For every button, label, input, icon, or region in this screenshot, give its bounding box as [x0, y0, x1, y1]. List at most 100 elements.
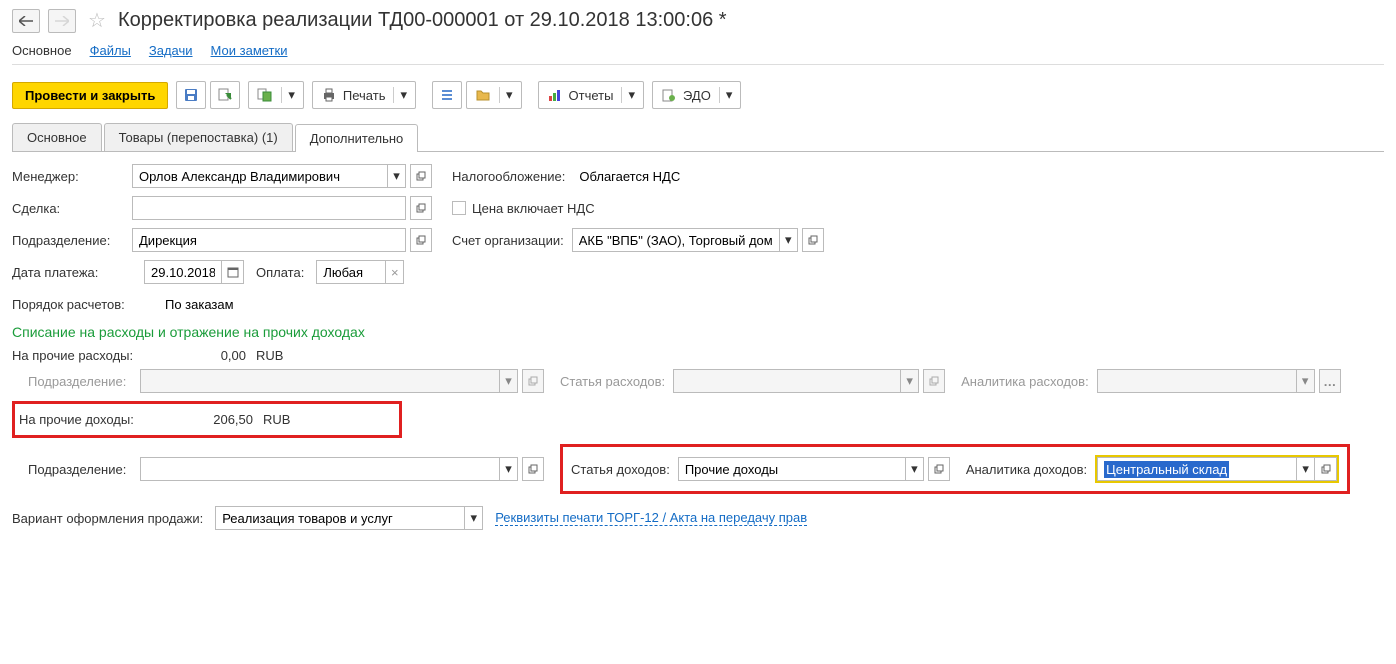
toolbar: Провести и закрыть ▾ Печать ▾ ▾ Отчеты ▾…	[12, 81, 1384, 109]
list-button[interactable]	[432, 81, 462, 109]
income-analytics-expand[interactable]	[1315, 457, 1337, 481]
nav-notes[interactable]: Мои заметки	[211, 43, 288, 58]
create-based-on-button[interactable]: ▾	[248, 81, 304, 109]
favorite-star-icon[interactable]: ☆	[88, 8, 106, 33]
printer-icon	[321, 87, 337, 103]
doc-related-icon	[257, 87, 273, 103]
income-currency: RUB	[263, 412, 290, 427]
expand-icon	[808, 235, 818, 245]
post-icon	[217, 87, 233, 103]
manager-input[interactable]	[132, 164, 388, 188]
manager-expand[interactable]	[410, 164, 432, 188]
chevron-down-icon: ▾	[719, 87, 733, 103]
account-dropdown[interactable]: ▾	[780, 228, 798, 252]
calendar-icon	[227, 266, 239, 278]
division-input[interactable]	[132, 228, 406, 252]
exp-subdivision-label: Подразделение:	[12, 374, 132, 389]
form-area: Менеджер: ▾ Налогообложение: Сделка: Цен…	[12, 152, 1384, 542]
chart-icon	[547, 87, 563, 103]
tab-additional[interactable]: Дополнительно	[295, 124, 419, 152]
list-icon	[439, 87, 455, 103]
expand-icon	[416, 235, 426, 245]
expense-item-input	[673, 369, 901, 393]
deal-expand[interactable]	[410, 196, 432, 220]
income-items-highlight-box: Статья доходов: ▾ Аналитика доходов: Цен…	[560, 444, 1350, 494]
chevron-down-icon: ▾	[393, 87, 407, 103]
exp-subdivision-expand	[522, 369, 544, 393]
nav-tasks[interactable]: Задачи	[149, 43, 193, 58]
arrow-left-icon	[19, 16, 33, 26]
save-icon	[183, 87, 199, 103]
expenses-value: 0,00	[152, 348, 252, 363]
reports-button[interactable]: Отчеты ▾	[538, 81, 644, 109]
header-row: ☆ Корректировка реализации ТД00-000001 о…	[12, 8, 1384, 33]
settlement-label: Порядок расчетов:	[12, 297, 147, 312]
print-label: Печать	[343, 88, 386, 103]
expense-analytics-dropdown: ▾	[1297, 369, 1315, 393]
income-item-expand[interactable]	[928, 457, 950, 481]
payment-clear[interactable]: ×	[386, 260, 404, 284]
reports-label: Отчеты	[569, 88, 614, 103]
nav-links: Основное Файлы Задачи Мои заметки	[12, 43, 1384, 65]
inc-subdivision-input[interactable]	[140, 457, 500, 481]
chevron-down-icon: ▾	[499, 87, 513, 103]
income-label: На прочие доходы:	[19, 412, 159, 427]
inc-subdivision-expand[interactable]	[522, 457, 544, 481]
inc-subdivision-label: Подразделение:	[12, 462, 132, 477]
print-button[interactable]: Печать ▾	[312, 81, 416, 109]
sale-variant-dropdown[interactable]: ▾	[465, 506, 483, 530]
income-value: 206,50	[159, 412, 259, 427]
sale-variant-label: Вариант оформления продажи:	[12, 511, 203, 526]
expand-icon	[1321, 464, 1331, 474]
tabs: Основное Товары (перепоставка) (1) Допол…	[12, 123, 1384, 152]
nav-back-button[interactable]	[12, 9, 40, 33]
section-title: Списание на расходы и отражение на прочи…	[12, 324, 1384, 340]
income-item-input[interactable]	[678, 457, 906, 481]
tab-goods[interactable]: Товары (перепоставка) (1)	[104, 123, 293, 151]
income-highlight-box: На прочие доходы: 206,50 RUB	[12, 401, 402, 438]
income-analytics-input[interactable]: Центральный склад	[1097, 457, 1297, 481]
income-analytics-value: Центральный склад	[1104, 461, 1229, 478]
payment-date-input[interactable]	[144, 260, 222, 284]
expand-icon	[416, 171, 426, 181]
payment-date-label: Дата платежа:	[12, 265, 132, 280]
account-input[interactable]	[572, 228, 780, 252]
division-expand[interactable]	[410, 228, 432, 252]
submit-close-button[interactable]: Провести и закрыть	[12, 82, 168, 109]
expand-icon	[528, 464, 538, 474]
expense-analytics-more: …	[1319, 369, 1341, 393]
payment-date-calendar[interactable]	[222, 260, 244, 284]
edo-button[interactable]: ЭДО ▾	[652, 81, 741, 109]
payment-input[interactable]	[316, 260, 386, 284]
sale-variant-input[interactable]	[215, 506, 465, 530]
nav-main[interactable]: Основное	[12, 43, 72, 58]
income-item-label: Статья доходов:	[571, 462, 670, 477]
exp-subdivision-dropdown: ▾	[500, 369, 518, 393]
vat-checkbox[interactable]	[452, 201, 466, 215]
inc-subdivision-dropdown[interactable]: ▾	[500, 457, 518, 481]
edo-label: ЭДО	[683, 88, 711, 103]
folder-icon	[475, 87, 491, 103]
nav-files[interactable]: Файлы	[90, 43, 131, 58]
tab-main[interactable]: Основное	[12, 123, 102, 151]
income-analytics-dropdown[interactable]: ▾	[1297, 457, 1315, 481]
save-button[interactable]	[176, 81, 206, 109]
expense-analytics-label: Аналитика расходов:	[961, 374, 1089, 389]
deal-input[interactable]	[132, 196, 406, 220]
chevron-down-icon: ▾	[281, 87, 295, 103]
chevron-down-icon: ▾	[621, 87, 635, 103]
nav-forward-button[interactable]	[48, 9, 76, 33]
torg-link[interactable]: Реквизиты печати ТОРГ-12 / Акта на перед…	[495, 510, 807, 526]
post-button[interactable]	[210, 81, 240, 109]
expense-item-expand	[923, 369, 945, 393]
attach-button[interactable]: ▾	[466, 81, 522, 109]
vat-label: Цена включает НДС	[472, 201, 595, 216]
deal-label: Сделка:	[12, 201, 132, 216]
expense-item-dropdown: ▾	[901, 369, 919, 393]
tax-label: Налогообложение:	[452, 169, 565, 184]
account-expand[interactable]	[802, 228, 824, 252]
income-item-dropdown[interactable]: ▾	[906, 457, 924, 481]
expense-analytics-input	[1097, 369, 1297, 393]
edo-icon	[661, 87, 677, 103]
manager-dropdown[interactable]: ▾	[388, 164, 406, 188]
